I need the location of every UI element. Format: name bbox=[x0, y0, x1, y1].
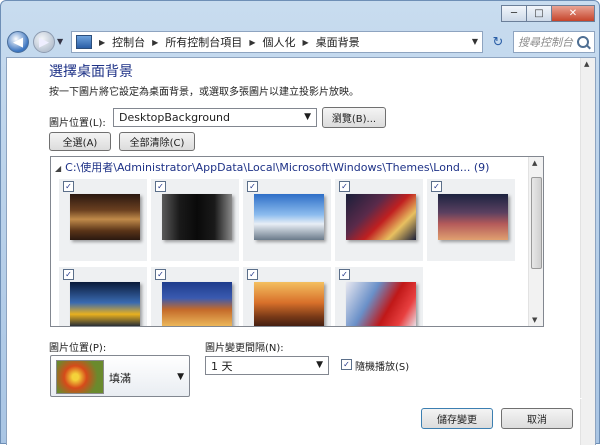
wallpaper-thumbnail[interactable] bbox=[346, 194, 416, 240]
wallpaper-checkbox[interactable]: ✓ bbox=[431, 181, 442, 192]
gallery-path-text: C:\使用者\Administrator\AppData\Local\Micro… bbox=[65, 161, 490, 174]
wallpaper-tile[interactable]: ✓ bbox=[427, 179, 515, 261]
wallpaper-thumbnail[interactable] bbox=[346, 282, 416, 326]
gallery-group-header[interactable]: ◢ C:\使用者\Administrator\AppData\Local\Micr… bbox=[55, 159, 489, 175]
breadcrumb-arrow-icon[interactable]: ▶ bbox=[249, 38, 255, 47]
picture-position-dropdown[interactable]: 填滿 ▼ bbox=[50, 355, 190, 397]
scroll-thumb[interactable] bbox=[531, 177, 542, 269]
shuffle-label: 隨機播放(S) bbox=[355, 362, 410, 373]
chevron-down-icon: ▼ bbox=[316, 360, 323, 370]
breadcrumb-item-desktop-background[interactable]: 桌面背景 bbox=[316, 34, 360, 50]
clear-all-button[interactable]: 全部清除(C) bbox=[119, 132, 195, 151]
wallpaper-thumbnail[interactable] bbox=[254, 194, 324, 240]
address-bar[interactable]: ▶ 控制台 ▶ 所有控制台項目 ▶ 個人化 ▶ 桌面背景 ▼ bbox=[71, 31, 483, 53]
wallpaper-tile[interactable]: ✓ bbox=[59, 267, 147, 326]
wallpaper-thumbnail[interactable] bbox=[254, 282, 324, 326]
wallpaper-checkbox[interactable]: ✓ bbox=[247, 181, 258, 192]
picture-position-value: 填滿 bbox=[109, 372, 131, 385]
main-content: ▲ 選擇桌面背景 按一下圖片將它設定為桌面背景，或選取多張圖片以建立投影片放映。… bbox=[6, 57, 596, 445]
back-button[interactable]: ◀ bbox=[7, 31, 29, 53]
page-title: 選擇桌面背景 bbox=[49, 64, 133, 80]
wallpaper-thumbnail[interactable] bbox=[70, 194, 140, 240]
close-button[interactable]: ✕ bbox=[551, 5, 595, 22]
control-panel-icon bbox=[76, 35, 92, 49]
browse-button[interactable]: 瀏覽(B)... bbox=[322, 107, 386, 128]
search-placeholder: 搜尋控制台 bbox=[518, 36, 573, 49]
wallpaper-checkbox[interactable]: ✓ bbox=[155, 269, 166, 280]
search-input[interactable]: 搜尋控制台 bbox=[513, 31, 595, 53]
breadcrumb-arrow-icon[interactable]: ▶ bbox=[99, 38, 105, 47]
save-changes-button[interactable]: 儲存變更 bbox=[421, 408, 493, 429]
recent-pages-dropdown-icon[interactable]: ▼ bbox=[57, 37, 63, 46]
wallpaper-tile[interactable]: ✓ bbox=[243, 267, 331, 326]
change-interval-label: 圖片變更間隔(N): bbox=[205, 343, 284, 354]
change-interval-value: 1 天 bbox=[211, 359, 233, 373]
shuffle-checkbox[interactable]: ✓ bbox=[341, 359, 352, 370]
divider bbox=[7, 398, 582, 399]
wallpaper-tile[interactable]: ✓ bbox=[59, 179, 147, 261]
maximize-button[interactable]: □ bbox=[526, 5, 552, 22]
wallpaper-tile[interactable]: ✓ bbox=[151, 179, 239, 261]
wallpaper-checkbox[interactable]: ✓ bbox=[63, 269, 74, 280]
window-controls: ─ □ ✕ bbox=[501, 5, 595, 22]
refresh-button[interactable]: ↻ bbox=[487, 31, 509, 53]
wallpaper-thumbnail[interactable] bbox=[162, 282, 232, 326]
wallpaper-checkbox[interactable]: ✓ bbox=[247, 269, 258, 280]
wallpaper-tile[interactable]: ✓ bbox=[335, 267, 423, 326]
scroll-up-icon[interactable]: ▲ bbox=[532, 159, 537, 167]
wallpaper-checkbox[interactable]: ✓ bbox=[155, 181, 166, 192]
wallpaper-checkbox[interactable]: ✓ bbox=[339, 181, 350, 192]
wallpaper-thumbnail[interactable] bbox=[162, 194, 232, 240]
collapse-arrow-icon[interactable]: ◢ bbox=[55, 164, 61, 173]
picture-position-label: 圖片位置(P): bbox=[49, 343, 107, 354]
wallpaper-thumbnail[interactable] bbox=[70, 282, 140, 326]
picture-location-dropdown[interactable]: DesktopBackground ▼ bbox=[113, 108, 317, 127]
wallpaper-thumbnail[interactable] bbox=[438, 194, 508, 240]
breadcrumb-item-all-items[interactable]: 所有控制台項目 bbox=[165, 34, 242, 50]
wallpaper-checkbox[interactable]: ✓ bbox=[63, 181, 74, 192]
flower-preview-icon bbox=[56, 360, 104, 394]
wallpaper-tile[interactable]: ✓ bbox=[335, 179, 423, 261]
search-icon[interactable] bbox=[577, 36, 589, 48]
chevron-down-icon: ▼ bbox=[177, 372, 184, 382]
control-panel-window: ─ □ ✕ ◀ ▶ ▼ ▶ 控制台 ▶ 所有控制台項目 ▶ 個人化 ▶ 桌面背景… bbox=[0, 0, 600, 445]
address-dropdown-icon[interactable]: ▼ bbox=[472, 37, 478, 46]
change-interval-dropdown[interactable]: 1 天 ▼ bbox=[205, 356, 329, 375]
page-scrollbar[interactable]: ▲ bbox=[580, 58, 595, 445]
gallery-scrollbar[interactable]: ▲ ▼ bbox=[528, 157, 543, 326]
cancel-button[interactable]: 取消 bbox=[501, 408, 573, 429]
title-bar: ─ □ ✕ bbox=[1, 1, 600, 31]
page-description: 按一下圖片將它設定為桌面背景，或選取多張圖片以建立投影片放映。 bbox=[49, 87, 359, 98]
wallpaper-checkbox[interactable]: ✓ bbox=[339, 269, 350, 280]
breadcrumb-item-personalization[interactable]: 個人化 bbox=[262, 34, 295, 50]
navigation-bar: ◀ ▶ ▼ ▶ 控制台 ▶ 所有控制台項目 ▶ 個人化 ▶ 桌面背景 ▼ ↻ 搜… bbox=[7, 31, 595, 55]
wallpaper-tile[interactable]: ✓ bbox=[243, 179, 331, 261]
picture-location-label: 圖片位置(L): bbox=[49, 118, 106, 129]
image-gallery: ◢ C:\使用者\Administrator\AppData\Local\Micr… bbox=[50, 156, 544, 327]
forward-button[interactable]: ▶ bbox=[33, 31, 55, 53]
chevron-down-icon: ▼ bbox=[304, 112, 311, 122]
scroll-up-icon[interactable]: ▲ bbox=[584, 60, 589, 68]
breadcrumb-arrow-icon[interactable]: ▶ bbox=[302, 38, 308, 47]
breadcrumb-item-control-panel[interactable]: 控制台 bbox=[112, 34, 145, 50]
select-all-button[interactable]: 全選(A) bbox=[49, 132, 111, 151]
minimize-button[interactable]: ─ bbox=[501, 5, 527, 22]
wallpaper-tile[interactable]: ✓ bbox=[151, 267, 239, 326]
scroll-down-icon[interactable]: ▼ bbox=[532, 316, 537, 324]
breadcrumb-arrow-icon[interactable]: ▶ bbox=[152, 38, 158, 47]
picture-location-value: DesktopBackground bbox=[119, 111, 230, 124]
